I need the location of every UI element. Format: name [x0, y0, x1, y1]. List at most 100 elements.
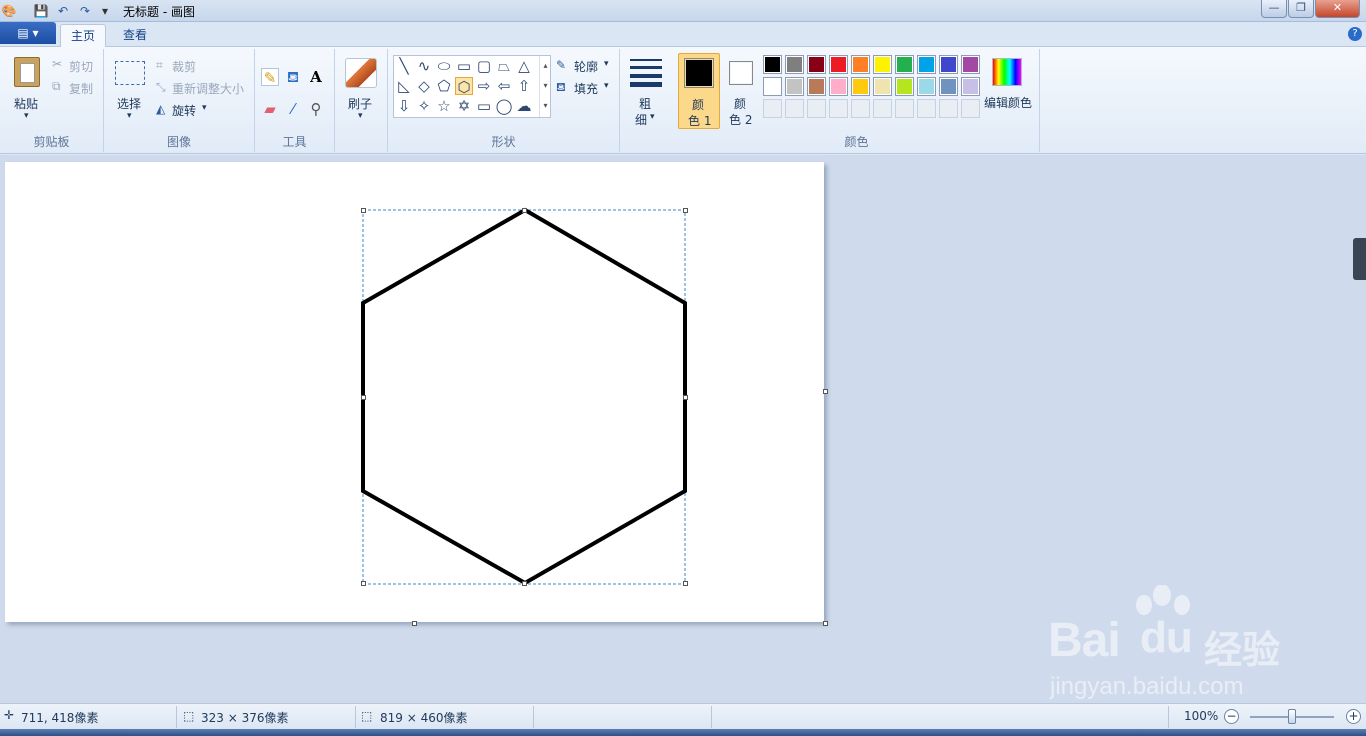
right-arrow-shape-icon[interactable]: ⇨: [475, 77, 493, 95]
rotate-button[interactable]: 旋转: [172, 102, 196, 119]
custom-color-slot[interactable]: [829, 99, 848, 118]
minimize-button[interactable]: —: [1261, 0, 1287, 18]
help-icon[interactable]: ?: [1348, 27, 1362, 41]
four-point-star-shape-icon[interactable]: ✧: [415, 97, 433, 115]
eraser-icon[interactable]: ▰: [261, 100, 279, 118]
undo-icon[interactable]: ↶: [54, 2, 72, 20]
brushes-button[interactable]: 刷子: [348, 95, 372, 112]
palette-swatch[interactable]: [785, 77, 804, 96]
oval-shape-icon[interactable]: ⬭: [435, 57, 453, 75]
selection-handle[interactable]: [361, 581, 366, 586]
crop-button[interactable]: 裁剪: [172, 58, 196, 75]
five-point-star-shape-icon[interactable]: ☆: [435, 97, 453, 115]
diamond-shape-icon[interactable]: ◇: [415, 77, 433, 95]
custom-color-slot[interactable]: [895, 99, 914, 118]
selection-handle[interactable]: [361, 208, 366, 213]
rect-callout-shape-icon[interactable]: ▭: [475, 97, 493, 115]
tab-home[interactable]: 主页: [60, 24, 107, 47]
zoom-out-button[interactable]: −: [1224, 709, 1239, 724]
fill-button[interactable]: 填充: [574, 80, 598, 97]
zoom-slider-thumb[interactable]: [1288, 709, 1296, 724]
select-icon[interactable]: [115, 61, 145, 85]
rectangle-shape-icon[interactable]: ▭: [455, 57, 473, 75]
palette-swatch[interactable]: [939, 77, 958, 96]
palette-swatch[interactable]: [851, 77, 870, 96]
side-scroll-handle[interactable]: [1353, 238, 1366, 280]
pentagon-shape-icon[interactable]: ⬠: [435, 77, 453, 95]
polygon-shape-icon[interactable]: ⏢: [495, 57, 513, 75]
color-picker-icon[interactable]: ⁄: [284, 100, 302, 118]
size-dropdown-icon[interactable]: ▾: [650, 112, 655, 122]
selection-handle[interactable]: [683, 581, 688, 586]
left-arrow-shape-icon[interactable]: ⇦: [495, 77, 513, 95]
palette-swatch[interactable]: [895, 55, 914, 74]
six-point-star-shape-icon[interactable]: ✡: [455, 97, 473, 115]
paste-dropdown-icon[interactable]: ▾: [24, 111, 29, 121]
edit-colors-icon[interactable]: [992, 58, 1022, 86]
right-triangle-shape-icon[interactable]: ◺: [395, 77, 413, 95]
canvas-resize-handle-bottom[interactable]: [412, 621, 417, 626]
palette-swatch[interactable]: [763, 77, 782, 96]
redo-icon[interactable]: ↷: [76, 2, 94, 20]
customize-quick-access-icon[interactable]: ▾: [96, 2, 114, 20]
text-tool-icon[interactable]: A: [307, 68, 325, 86]
custom-color-slot[interactable]: [917, 99, 936, 118]
select-dropdown-icon[interactable]: ▾: [127, 111, 132, 121]
palette-swatch[interactable]: [807, 77, 826, 96]
custom-color-slot[interactable]: [961, 99, 980, 118]
palette-swatch[interactable]: [939, 55, 958, 74]
custom-color-slot[interactable]: [763, 99, 782, 118]
magnifier-icon[interactable]: ⚲: [307, 100, 325, 118]
maximize-button[interactable]: ❐: [1288, 0, 1314, 18]
palette-swatch[interactable]: [829, 77, 848, 96]
custom-color-slot[interactable]: [939, 99, 958, 118]
rounded-rectangle-shape-icon[interactable]: ▢: [475, 57, 493, 75]
cut-button[interactable]: 剪切: [69, 58, 93, 75]
rotate-dropdown-icon[interactable]: ▾: [202, 103, 207, 113]
work-area[interactable]: Bai du 经验 jingyan.baidu.com: [0, 155, 1366, 703]
canvas-resize-handle-right[interactable]: [823, 389, 828, 394]
palette-swatch[interactable]: [763, 55, 782, 74]
size-button-bottom[interactable]: 细: [635, 111, 647, 128]
up-arrow-shape-icon[interactable]: ⇧: [515, 77, 533, 95]
palette-swatch[interactable]: [961, 55, 980, 74]
brush-icon[interactable]: [345, 58, 377, 88]
paint-app-icon[interactable]: 🎨: [0, 2, 18, 20]
line-shape-icon[interactable]: ╲: [395, 57, 413, 75]
pencil-icon[interactable]: ✎: [261, 68, 279, 87]
paste-icon[interactable]: [14, 57, 40, 87]
close-button[interactable]: ✕: [1315, 0, 1360, 18]
oval-callout-shape-icon[interactable]: ◯: [495, 97, 513, 115]
palette-swatch[interactable]: [785, 55, 804, 74]
color1-button[interactable]: 颜 色 1: [678, 53, 720, 129]
palette-swatch[interactable]: [961, 77, 980, 96]
tab-view[interactable]: 查看: [113, 24, 157, 47]
size-button-top[interactable]: 粗: [639, 95, 651, 112]
cloud-callout-shape-icon[interactable]: ☁: [515, 97, 533, 115]
zoom-in-button[interactable]: +: [1346, 709, 1361, 724]
palette-swatch[interactable]: [917, 55, 936, 74]
drawing-canvas[interactable]: [5, 162, 824, 622]
edit-colors-button[interactable]: 编辑颜色: [984, 94, 1032, 111]
palette-swatch[interactable]: [873, 77, 892, 96]
outline-button[interactable]: 轮廓: [574, 58, 598, 75]
hexagon-shape-icon[interactable]: ⬡: [455, 77, 473, 96]
custom-color-slot[interactable]: [785, 99, 804, 118]
fill-dropdown-icon[interactable]: ▾: [604, 81, 609, 91]
selection-handle[interactable]: [522, 581, 527, 586]
palette-swatch[interactable]: [851, 55, 870, 74]
paste-button[interactable]: 粘贴: [14, 95, 38, 112]
palette-swatch[interactable]: [895, 77, 914, 96]
select-button[interactable]: 选择: [117, 95, 141, 112]
down-arrow-shape-icon[interactable]: ⇩: [395, 97, 413, 115]
brushes-dropdown-icon[interactable]: ▾: [358, 111, 363, 121]
fill-bucket-icon[interactable]: ⛾: [284, 68, 302, 86]
copy-button[interactable]: 复制: [69, 80, 93, 97]
palette-swatch[interactable]: [829, 55, 848, 74]
selection-handle[interactable]: [683, 395, 688, 400]
custom-color-slot[interactable]: [807, 99, 826, 118]
palette-swatch[interactable]: [807, 55, 826, 74]
save-icon[interactable]: 💾: [32, 2, 50, 20]
app-menu-button[interactable]: ▤ ▾: [0, 22, 56, 44]
selection-handle[interactable]: [683, 208, 688, 213]
